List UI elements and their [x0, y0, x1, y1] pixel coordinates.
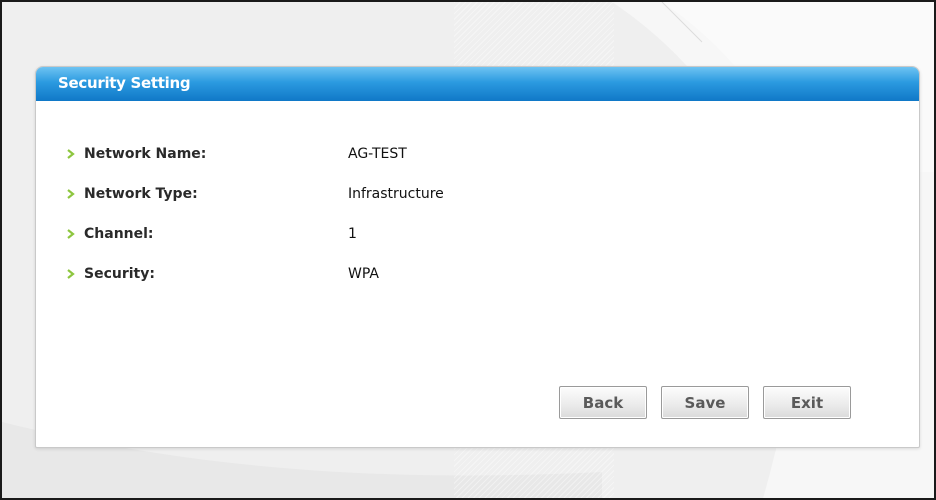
network-type-value: Infrastructure — [348, 186, 444, 202]
network-name-row: Network Name: AG-TEST — [66, 143, 666, 165]
network-name-value: AG-TEST — [348, 146, 407, 162]
panel-title: Security Setting — [36, 67, 919, 101]
chevron-right-icon — [66, 187, 76, 201]
security-label: Security: — [84, 266, 155, 282]
network-type-row: Network Type: Infrastructure — [66, 183, 666, 205]
chevron-right-icon — [66, 147, 76, 161]
channel-value: 1 — [348, 226, 357, 242]
save-button[interactable]: Save — [661, 386, 749, 419]
channel-row: Channel: 1 — [66, 223, 666, 245]
security-value: WPA — [348, 266, 379, 282]
exit-button[interactable]: Exit — [763, 386, 851, 419]
chevron-right-icon — [66, 267, 76, 281]
back-button[interactable]: Back — [559, 386, 647, 419]
screen-frame: Security Setting Network Name: AG-TEST N… — [0, 0, 936, 500]
channel-label: Channel: — [84, 226, 154, 242]
security-row: Security: WPA — [66, 263, 666, 285]
network-type-label: Network Type: — [84, 186, 198, 202]
chevron-right-icon — [66, 227, 76, 241]
network-name-label: Network Name: — [84, 146, 207, 162]
security-setting-panel: Security Setting Network Name: AG-TEST N… — [35, 66, 920, 448]
